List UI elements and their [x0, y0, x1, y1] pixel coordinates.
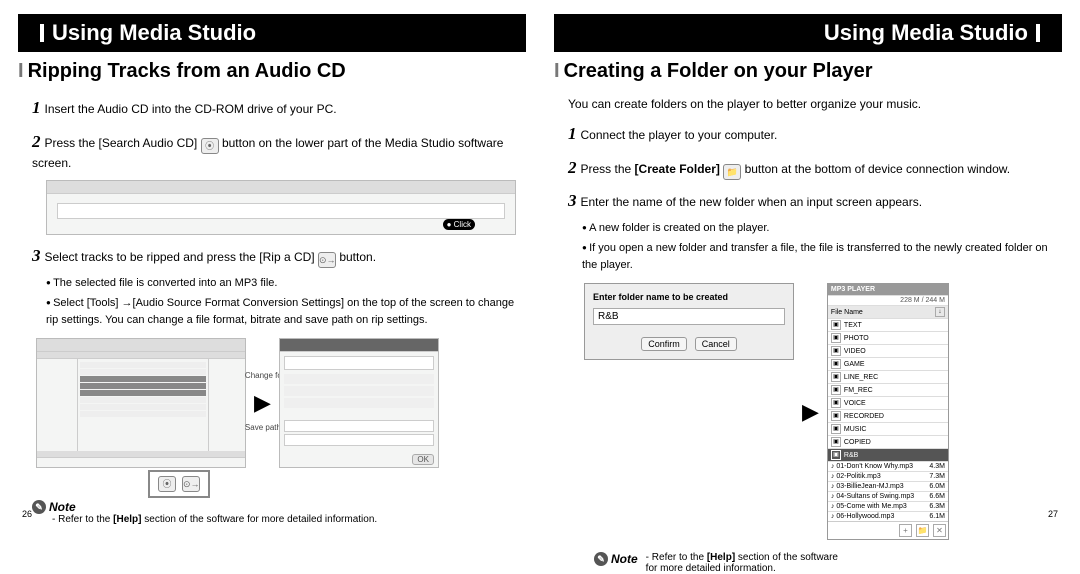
selected-folder[interactable]: ▣R&B: [828, 448, 948, 461]
note-badge-right: ✎ Note: [594, 552, 638, 566]
rip-cd-icon-2: ⊙→: [182, 476, 200, 492]
figure-row-right: Enter folder name to be created R&B Conf…: [584, 283, 1062, 540]
page-number-left: 26: [22, 509, 32, 519]
sort-icon: ↓: [935, 307, 945, 317]
bullet-l1: The selected file is converted into an M…: [46, 275, 526, 292]
label-save-path: Save path: [245, 424, 281, 433]
device-folder[interactable]: ▣VIDEO: [828, 344, 948, 357]
note-text-left: - Refer to the [Help] section of the sof…: [52, 514, 526, 525]
step-2: 2Press the [Search Audio CD] ⦿ button on…: [32, 129, 514, 173]
left-page: Using Media Studio IRipping Tracks from …: [18, 14, 526, 525]
note-icon: ✎: [594, 552, 608, 566]
folder-icon: ▣: [831, 346, 841, 356]
step-r1: 1Connect the player to your computer.: [568, 121, 1050, 147]
note-badge-left: ✎ Note: [32, 500, 526, 514]
folder-icon: ▣: [831, 411, 841, 421]
screenshot-media-studio: [36, 338, 246, 468]
folder-icon: ▣: [831, 320, 841, 330]
note-text-right: - Refer to the [Help] section of the sof…: [646, 552, 838, 574]
step-r2: 2Press the [Create Folder] 📁 button at t…: [568, 155, 1050, 181]
device-folder[interactable]: ▣MUSIC: [828, 422, 948, 435]
step-3: 3Select tracks to be ripped and press th…: [32, 243, 514, 269]
device-folder[interactable]: ▣TEXT: [828, 318, 948, 331]
cancel-button[interactable]: Cancel: [695, 337, 737, 351]
arrow-icon: ▶: [802, 399, 819, 425]
right-heading: ICreating a Folder on your Player: [554, 60, 1062, 83]
page-number-right: 27: [1048, 509, 1058, 519]
folder-icon: ▣: [831, 385, 841, 395]
bullet-r1: A new folder is created on the player.: [582, 220, 1062, 237]
device-folder[interactable]: ▣LINE_REC: [828, 370, 948, 383]
create-folder-dialog: Enter folder name to be created R&B Conf…: [584, 283, 794, 360]
device-folder[interactable]: ▣COPIED: [828, 435, 948, 448]
device-folder[interactable]: ▣GAME: [828, 357, 948, 370]
right-title-band: Using Media Studio: [554, 14, 1062, 52]
step-r3: 3Enter the name of the new folder when a…: [568, 188, 1050, 214]
dialog-title: Enter folder name to be created: [593, 292, 785, 302]
left-title-band: Using Media Studio: [18, 14, 526, 52]
device-panel: MP3 PLAYER 228 M / 244 M File Name↓ ▣TEX…: [827, 283, 949, 540]
folder-icon: ▣: [831, 372, 841, 382]
screenshot-settings: OK: [279, 338, 439, 468]
step-1: 1Insert the Audio CD into the CD-ROM dri…: [32, 95, 514, 121]
band-title: Using Media Studio: [824, 20, 1028, 46]
device-file[interactable]: ♪ 02-Politik.mp37.3M: [828, 471, 948, 481]
folder-icon: ▣: [831, 437, 841, 447]
device-footer: + 📁 ✕: [828, 521, 948, 539]
add-folder-button[interactable]: +: [899, 524, 912, 537]
folder-icon: ▣: [831, 424, 841, 434]
delete-button[interactable]: ✕: [933, 524, 946, 537]
right-page: Using Media Studio ICreating a Folder on…: [554, 14, 1062, 525]
device-file[interactable]: ♪ 03-BillieJean-MJ.mp36.0M: [828, 481, 948, 491]
folder-icon: ▣: [831, 450, 841, 460]
device-folder[interactable]: ▣PHOTO: [828, 331, 948, 344]
search-cd-icon-2: ⦿: [158, 476, 176, 492]
device-file[interactable]: ♪ 04-Sultans of Swing.mp36.6M: [828, 491, 948, 501]
create-folder-icon: 📁: [723, 164, 741, 180]
device-folder[interactable]: ▣RECORDED: [828, 409, 948, 422]
folder-icon: ▣: [831, 333, 841, 343]
confirm-button[interactable]: Confirm: [641, 337, 687, 351]
bullet-r2: If you open a new folder and transfer a …: [582, 240, 1062, 273]
click-tag: ● Click: [443, 219, 475, 230]
folder-icon: ▣: [831, 359, 841, 369]
figure-row-left: ▶ Change format Save path OK: [36, 338, 526, 468]
device-file[interactable]: ♪ 06-Hollywood.mp36.1M: [828, 511, 948, 521]
create-folder-button[interactable]: 📁: [916, 524, 929, 537]
note-right: ✎ Note - Refer to the [Help] section of …: [594, 552, 1062, 574]
rip-cd-icon: ⊙→: [318, 252, 336, 268]
device-folder[interactable]: ▣FM_REC: [828, 383, 948, 396]
intro-text: You can create folders on the player to …: [568, 95, 1050, 113]
arrow-icon: ▶: [254, 390, 271, 416]
device-folder[interactable]: ▣VOICE: [828, 396, 948, 409]
device-file[interactable]: ♪ 05-Come with Me.mp36.3M: [828, 501, 948, 511]
note-icon: ✎: [32, 500, 46, 514]
accent-bar: [40, 24, 44, 42]
left-heading: IRipping Tracks from an Audio CD: [18, 60, 526, 83]
toolbox-zoom: ⦿ ⊙→: [148, 470, 526, 498]
device-file[interactable]: ♪ 01-Don't Know Why.mp34.3M: [828, 461, 948, 471]
screenshot-search-bar: ● Click: [46, 180, 516, 235]
accent-bar: [1036, 24, 1040, 42]
folder-icon: ▣: [831, 398, 841, 408]
band-title: Using Media Studio: [52, 20, 256, 46]
device-head: MP3 PLAYER: [828, 284, 948, 295]
folder-name-input[interactable]: R&B: [593, 308, 785, 325]
search-cd-icon: ⦿: [201, 138, 219, 154]
bullet-l2: Select [Tools] →[Audio Source Format Con…: [46, 295, 526, 328]
